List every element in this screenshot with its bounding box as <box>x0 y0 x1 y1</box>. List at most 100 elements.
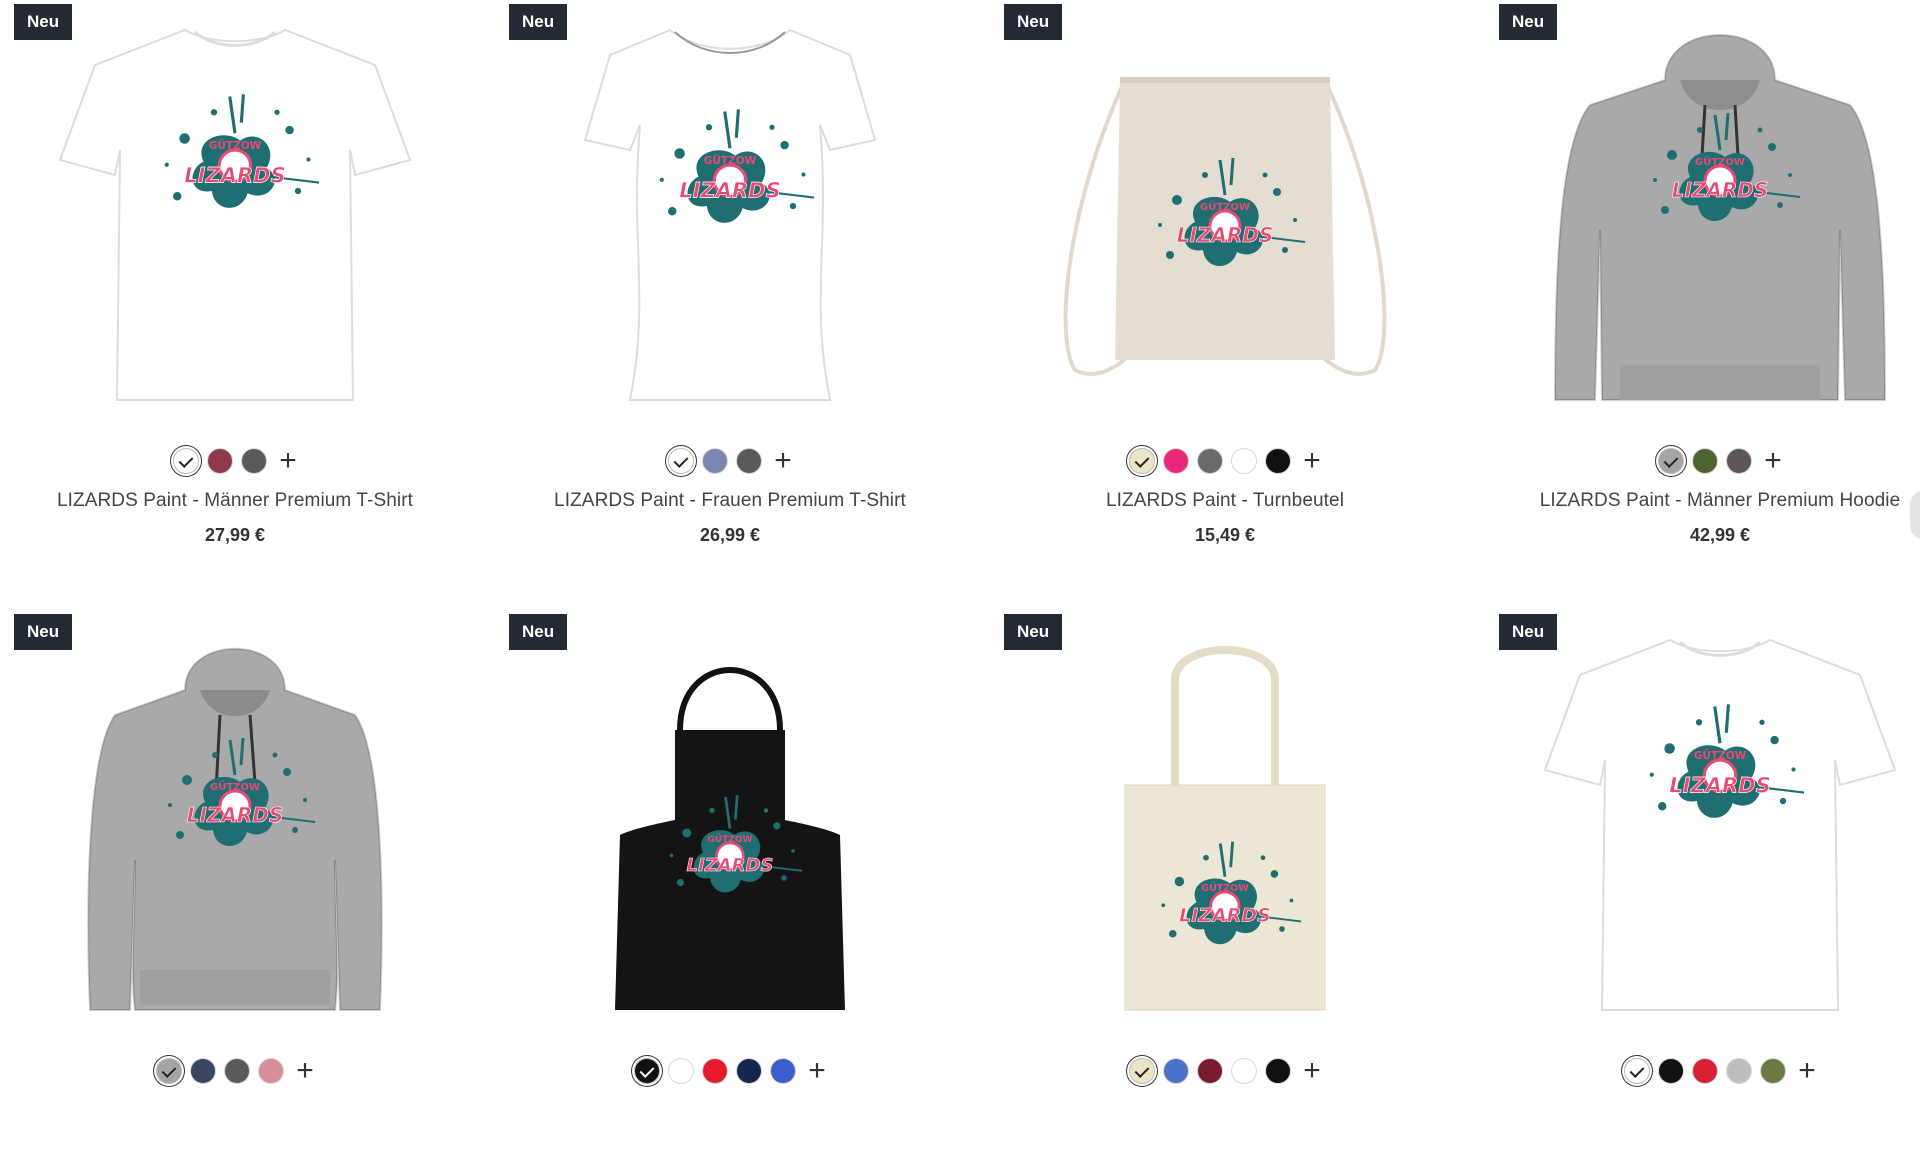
product-image[interactable]: GÜTZOW LIZARDS <box>1025 10 1425 420</box>
product-image-wrap[interactable]: GÜTZOW LIZARDS <box>0 0 470 430</box>
new-badge: Neu <box>1004 4 1063 40</box>
color-swatch[interactable] <box>668 1058 695 1084</box>
color-swatch[interactable] <box>702 448 729 474</box>
new-badge: Neu <box>1499 4 1558 40</box>
color-swatch[interactable] <box>1692 448 1719 474</box>
svg-text:GÜTZOW: GÜTZOW <box>1694 748 1747 762</box>
color-swatch[interactable] <box>1726 448 1753 474</box>
color-swatch[interactable] <box>1197 448 1224 474</box>
color-swatch[interactable] <box>1624 1058 1651 1084</box>
more-colors-plus-icon[interactable]: + <box>808 1056 826 1086</box>
product-image-wrap[interactable]: GÜTZOW LIZARDS <box>0 610 470 1040</box>
product-image-wrap[interactable]: GÜTZOW LIZARDS <box>1485 610 1920 1040</box>
svg-text:LIZARDS: LIZARDS <box>1669 774 1770 798</box>
product-image[interactable]: GÜTZOW LIZARDS <box>1520 620 1920 1030</box>
product-card[interactable]: GÜTZOW LIZARDS Neu + LIZARDS Paint - Männe… <box>1485 0 1920 560</box>
product-card[interactable]: GÜTZOW LIZARDS Neu + <box>495 610 965 1170</box>
product-image-wrap[interactable]: GÜTZOW LIZARDS <box>990 610 1460 1040</box>
color-swatch[interactable] <box>1658 448 1685 474</box>
product-card[interactable]: GÜTZOW LIZARDS Neu + <box>990 610 1460 1170</box>
color-swatch[interactable] <box>1760 1058 1787 1084</box>
new-badge: Neu <box>1004 614 1063 650</box>
color-swatch[interactable] <box>224 1058 251 1084</box>
color-swatch[interactable] <box>258 1058 285 1084</box>
svg-text:LIZARDS: LIZARDS <box>687 855 774 876</box>
color-swatch[interactable] <box>1163 448 1190 474</box>
color-swatch[interactable] <box>1129 448 1156 474</box>
product-image-wrap[interactable]: GÜTZOW LIZARDS <box>495 610 965 1040</box>
more-colors-plus-icon[interactable]: + <box>296 1056 314 1086</box>
color-swatch[interactable] <box>1692 1058 1719 1084</box>
svg-text:LIZARDS: LIZARDS <box>187 803 284 827</box>
product-card[interactable]: GÜTZOW LIZARDS Neu + LIZARDS Paint - Turnb… <box>990 0 1460 560</box>
svg-text:GÜTZOW: GÜTZOW <box>210 779 260 793</box>
product-image[interactable]: GÜTZOW LIZARDS <box>1520 10 1920 420</box>
product-title[interactable]: LIZARDS Paint - Turnbeutel <box>990 490 1460 512</box>
more-colors-plus-icon[interactable]: + <box>774 446 792 476</box>
color-swatch[interactable] <box>1197 1058 1224 1084</box>
product-title[interactable]: LIZARDS Paint - Männer Premium T-Shirt <box>0 490 470 512</box>
new-badge: Neu <box>14 4 73 40</box>
product-image[interactable]: GÜTZOW LIZARDS <box>35 10 435 420</box>
product-image-wrap[interactable]: GÜTZOW LIZARDS <box>1485 0 1920 430</box>
color-swatch[interactable] <box>1231 1058 1258 1084</box>
product-image[interactable]: GÜTZOW LIZARDS <box>1025 620 1425 1030</box>
svg-text:GÜTZOW: GÜTZOW <box>1200 199 1250 213</box>
svg-text:GÜTZOW: GÜTZOW <box>209 138 262 152</box>
new-badge: Neu <box>509 4 568 40</box>
svg-text:LIZARDS: LIZARDS <box>1179 904 1271 926</box>
product-price: 27,99 € <box>204 525 266 545</box>
more-colors-plus-icon[interactable]: + <box>1764 446 1782 476</box>
more-colors-plus-icon[interactable]: + <box>1303 1056 1321 1086</box>
color-swatch[interactable] <box>1129 1058 1156 1084</box>
color-swatch[interactable] <box>1726 1058 1753 1084</box>
color-swatches: + <box>990 443 1460 479</box>
product-price: 42,99 € <box>1689 525 1751 545</box>
product-card[interactable]: GÜTZOW LIZARDS Neu + <box>0 610 470 1170</box>
product-image[interactable]: GÜTZOW LIZARDS <box>35 620 435 1030</box>
product-image-wrap[interactable]: GÜTZOW LIZARDS <box>495 0 965 430</box>
more-colors-plus-icon[interactable]: + <box>1303 446 1321 476</box>
product-card[interactable]: GÜTZOW LIZARDS Neu + LIZARDS Paint - Fraue… <box>495 0 965 560</box>
color-swatches: + <box>1485 1053 1920 1089</box>
svg-text:GÜTZOW: GÜTZOW <box>704 153 757 167</box>
color-swatch[interactable] <box>1163 1058 1190 1084</box>
product-price: 15,49 € <box>1194 525 1256 545</box>
new-badge: Neu <box>1499 614 1558 650</box>
new-badge: Neu <box>14 614 73 650</box>
svg-text:GÜTZOW: GÜTZOW <box>1695 154 1745 168</box>
product-title[interactable]: LIZARDS Paint - Frauen Premium T-Shirt <box>495 490 965 512</box>
carousel-next-handle[interactable] <box>1910 490 1920 540</box>
color-swatch[interactable] <box>241 448 268 474</box>
svg-text:LIZARDS: LIZARDS <box>184 164 285 188</box>
product-image-wrap[interactable]: GÜTZOW LIZARDS <box>990 0 1460 430</box>
svg-text:LIZARDS: LIZARDS <box>1177 223 1274 247</box>
color-swatch[interactable] <box>668 448 695 474</box>
product-image[interactable]: GÜTZOW LIZARDS <box>530 620 930 1030</box>
color-swatch[interactable] <box>173 448 200 474</box>
color-swatch[interactable] <box>736 1058 763 1084</box>
product-card[interactable]: GÜTZOW LIZARDS Neu + LIZARDS Paint - Männe… <box>0 0 470 560</box>
color-swatch[interactable] <box>736 448 763 474</box>
color-swatches: + <box>990 1053 1460 1089</box>
color-swatch[interactable] <box>207 448 234 474</box>
color-swatch[interactable] <box>770 1058 797 1084</box>
color-swatch[interactable] <box>1231 448 1258 474</box>
color-swatch[interactable] <box>634 1058 661 1084</box>
color-swatches: + <box>495 1053 965 1089</box>
svg-text:LIZARDS: LIZARDS <box>1672 178 1769 202</box>
product-card[interactable]: GÜTZOW LIZARDS Neu + <box>1485 610 1920 1170</box>
color-swatch[interactable] <box>1658 1058 1685 1084</box>
color-swatch[interactable] <box>190 1058 217 1084</box>
color-swatches: + <box>495 443 965 479</box>
more-colors-plus-icon[interactable]: + <box>279 446 297 476</box>
color-swatches: + <box>1485 443 1920 479</box>
product-image[interactable]: GÜTZOW LIZARDS <box>530 10 930 420</box>
color-swatch[interactable] <box>702 1058 729 1084</box>
color-swatch[interactable] <box>1265 1058 1292 1084</box>
svg-text:GÜTZOW: GÜTZOW <box>708 834 753 845</box>
product-title[interactable]: LIZARDS Paint - Männer Premium Hoodie <box>1485 490 1920 512</box>
more-colors-plus-icon[interactable]: + <box>1798 1056 1816 1086</box>
color-swatch[interactable] <box>156 1058 183 1084</box>
color-swatch[interactable] <box>1265 448 1292 474</box>
